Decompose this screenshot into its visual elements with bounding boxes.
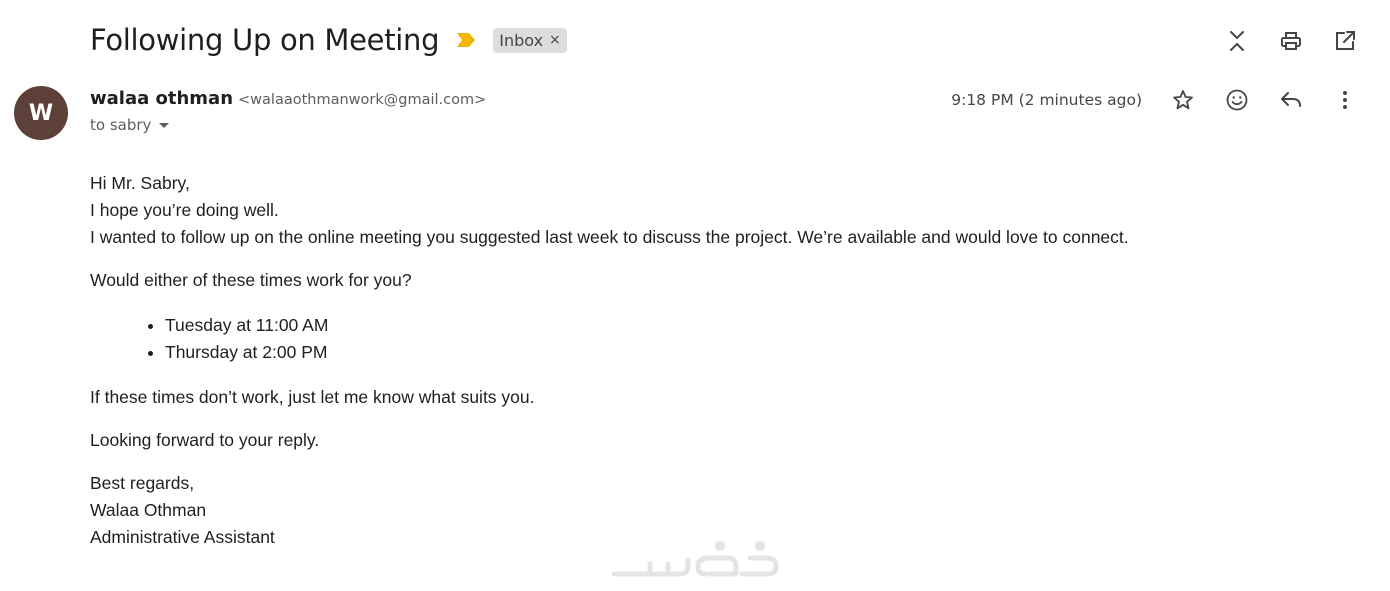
recipient-line[interactable]: to sabry — [90, 116, 171, 134]
body-question: Would either of these times work for you… — [90, 270, 412, 290]
sender-avatar[interactable]: W — [14, 86, 68, 140]
body-line: I hope you’re doing well. — [90, 200, 279, 220]
list-item: Tuesday at 11:00 AM — [165, 312, 1290, 339]
show-details-caret-icon[interactable] — [157, 118, 171, 132]
remove-label-button[interactable]: × — [549, 32, 561, 48]
greeting: Hi Mr. Sabry, — [90, 173, 190, 193]
body-line: I wanted to follow up on the online meet… — [90, 227, 1129, 247]
message-meta: 9:18 PM (2 minutes ago) — [951, 84, 1372, 116]
recipient-text: to sabry — [90, 116, 152, 134]
list-item: Thursday at 2:00 PM — [165, 339, 1290, 366]
email-subject: Following Up on Meeting — [90, 23, 440, 57]
thread-actions — [1210, 24, 1372, 58]
subject-row: Following Up on Meeting Inbox × — [90, 18, 567, 62]
body-closing: Looking forward to your reply. — [90, 430, 320, 450]
open-in-new-window-icon[interactable] — [1318, 24, 1372, 58]
print-icon[interactable] — [1264, 24, 1318, 58]
signoff: Best regards, — [90, 473, 195, 493]
sender-name[interactable]: walaa othman — [90, 88, 233, 109]
emoji-reaction-icon[interactable] — [1210, 84, 1264, 116]
sender-line: walaa othman <walaaothmanwork@gmail.com> — [90, 88, 486, 109]
reply-icon[interactable] — [1264, 84, 1318, 116]
message-body: Hi Mr. Sabry, I hope you’re doing well. … — [90, 170, 1290, 551]
watermark-logo — [611, 541, 779, 577]
body-fallback: If these times don’t work, just let me k… — [90, 387, 535, 407]
collapse-all-icon[interactable] — [1210, 24, 1264, 58]
star-icon[interactable] — [1156, 84, 1210, 116]
signature-name: Walaa Othman — [90, 500, 207, 520]
importance-marker-icon[interactable] — [457, 33, 476, 47]
sender-email: <walaaothmanwork@gmail.com> — [238, 92, 487, 108]
message-timestamp: 9:18 PM (2 minutes ago) — [951, 91, 1142, 109]
inbox-label-chip: Inbox × — [493, 27, 567, 53]
inbox-label-text: Inbox — [499, 30, 544, 50]
more-options-icon[interactable] — [1318, 84, 1372, 116]
time-options-list: Tuesday at 11:00 AM Thursday at 2:00 PM — [90, 312, 1290, 366]
